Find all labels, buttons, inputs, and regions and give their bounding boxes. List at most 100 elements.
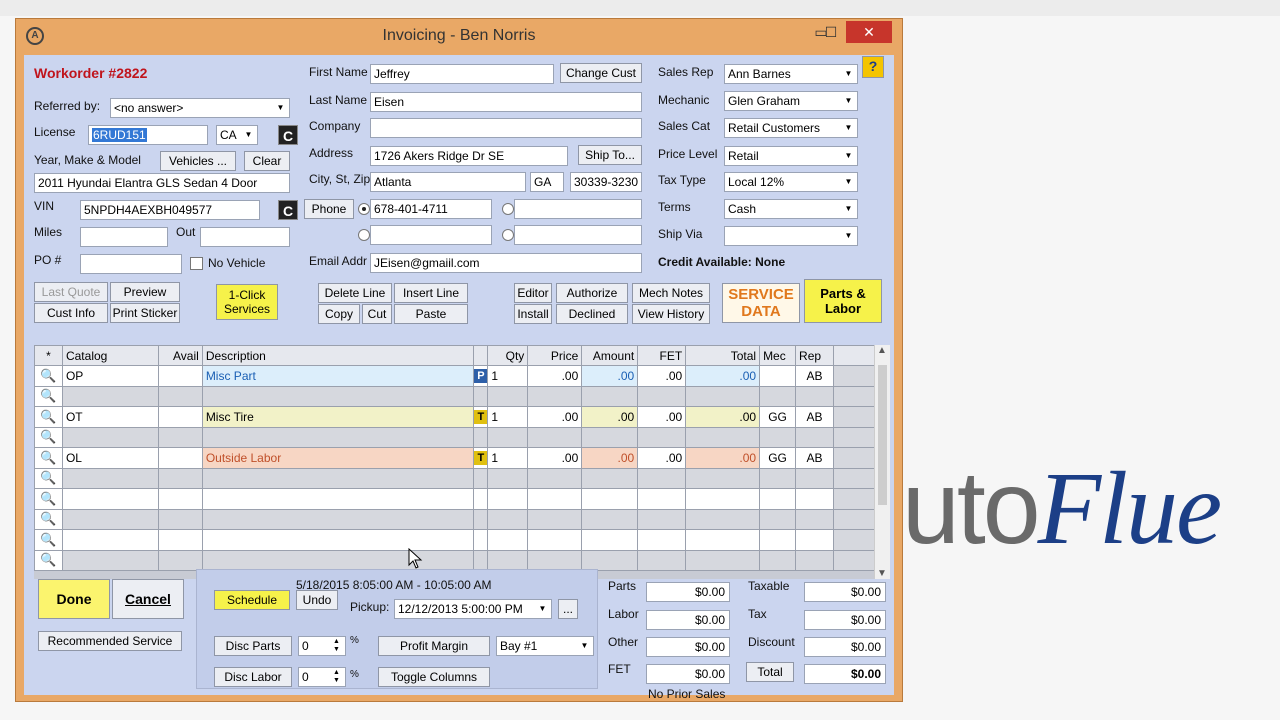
amount-cell[interactable] xyxy=(581,385,639,407)
rep-cell[interactable] xyxy=(795,549,835,571)
catalog-cell[interactable] xyxy=(61,426,159,448)
mec-cell[interactable] xyxy=(759,508,797,530)
fet-cell[interactable]: .00 xyxy=(637,406,687,428)
total-cell[interactable] xyxy=(685,467,761,489)
price-cell[interactable] xyxy=(527,426,583,448)
service-data-button[interactable]: SERVICE DATA xyxy=(722,283,800,323)
close-button[interactable]: ✕ xyxy=(846,21,892,43)
carfax-icon[interactable]: C xyxy=(278,125,298,145)
magnifier-icon[interactable]: 🔍 xyxy=(34,467,63,489)
disc-labor-button[interactable]: Disc Labor xyxy=(214,667,292,687)
amount-cell[interactable] xyxy=(581,467,639,489)
disc-parts-button[interactable]: Disc Parts xyxy=(214,636,292,656)
magnifier-icon[interactable]: 🔍 xyxy=(34,488,63,510)
qty-cell[interactable] xyxy=(487,385,529,407)
total-button[interactable]: Total xyxy=(746,662,794,682)
scroll-thumb[interactable] xyxy=(878,365,887,505)
description-cell[interactable] xyxy=(201,488,475,510)
fet-cell[interactable]: .00 xyxy=(637,365,687,387)
table-row[interactable]: 🔍 xyxy=(34,385,884,407)
amount-cell[interactable] xyxy=(581,549,639,571)
po-input[interactable] xyxy=(80,254,182,274)
table-row[interactable]: 🔍 OP Misc Part P 1 .00 .00 .00 .00 AB xyxy=(34,365,884,387)
change-cust-button[interactable]: Change Cust xyxy=(560,63,642,83)
table-row[interactable]: 🔍 xyxy=(34,426,884,448)
mec-cell[interactable] xyxy=(759,365,797,387)
phone3-input[interactable] xyxy=(370,225,492,245)
copy-button[interactable]: Copy xyxy=(318,304,360,324)
disc-parts-spinner[interactable]: 0 ▲ ▼ xyxy=(298,636,346,656)
rep-cell[interactable]: AB xyxy=(795,406,835,428)
ship-to-button[interactable]: Ship To... xyxy=(578,145,642,165)
catalog-cell[interactable]: OP xyxy=(61,365,159,387)
col-header-mec[interactable]: Mec xyxy=(759,345,797,366)
avail-cell[interactable] xyxy=(157,447,203,469)
maximize-button[interactable]: ☐ xyxy=(816,21,846,43)
avail-cell[interactable] xyxy=(157,549,203,571)
pickup-select[interactable]: 12/12/2013 5:00:00 PM ▼ xyxy=(394,599,552,619)
city-input[interactable]: Atlanta xyxy=(370,172,526,192)
scroll-down-icon[interactable]: ▼ xyxy=(877,568,887,579)
tax-type-select[interactable]: Local 12% ▼ xyxy=(724,172,858,192)
col-header-qty[interactable]: Qty xyxy=(487,345,529,366)
mec-cell[interactable] xyxy=(759,529,797,551)
total-cell[interactable] xyxy=(685,508,761,530)
terms-select[interactable]: Cash ▼ xyxy=(724,199,858,219)
qty-cell[interactable] xyxy=(487,508,529,530)
fet-cell[interactable] xyxy=(637,488,687,510)
col-header-price[interactable]: Price xyxy=(527,345,583,366)
phone4-input[interactable] xyxy=(514,225,642,245)
table-row[interactable]: 🔍 xyxy=(34,508,884,530)
avail-cell[interactable] xyxy=(157,529,203,551)
magnifier-icon[interactable]: 🔍 xyxy=(34,549,63,571)
vehicles-button[interactable]: Vehicles ... xyxy=(160,151,236,171)
cancel-button[interactable]: Cancel xyxy=(112,579,184,619)
catalog-cell[interactable]: OT xyxy=(61,406,159,428)
fet-cell[interactable] xyxy=(637,385,687,407)
avail-cell[interactable] xyxy=(157,406,203,428)
mec-cell[interactable] xyxy=(759,467,797,489)
preview-button[interactable]: Preview xyxy=(110,282,180,302)
avail-cell[interactable] xyxy=(157,426,203,448)
phone2-radio[interactable] xyxy=(502,203,514,215)
view-history-button[interactable]: View History xyxy=(632,304,710,324)
phone1-radio[interactable] xyxy=(358,203,370,215)
avail-cell[interactable] xyxy=(157,385,203,407)
rep-cell[interactable]: AB xyxy=(795,447,835,469)
print-sticker-button[interactable]: Print Sticker xyxy=(110,303,180,323)
price-cell[interactable]: .00 xyxy=(527,406,583,428)
total-cell[interactable]: .00 xyxy=(685,365,761,387)
total-cell[interactable]: .00 xyxy=(685,406,761,428)
price-cell[interactable] xyxy=(527,385,583,407)
qty-cell[interactable]: 1 xyxy=(487,406,529,428)
total-cell[interactable] xyxy=(685,385,761,407)
grid-scrollbar[interactable]: ▲ ▼ xyxy=(874,345,890,579)
avail-cell[interactable] xyxy=(157,508,203,530)
amount-cell[interactable]: .00 xyxy=(581,365,639,387)
declined-button[interactable]: Declined xyxy=(556,304,628,324)
fet-cell[interactable] xyxy=(637,529,687,551)
rep-cell[interactable] xyxy=(795,488,835,510)
mec-cell[interactable] xyxy=(759,426,797,448)
zip-input[interactable]: 30339-3230 xyxy=(570,172,642,192)
undo-button[interactable]: Undo xyxy=(296,590,338,610)
amount-cell[interactable] xyxy=(581,529,639,551)
rep-cell[interactable] xyxy=(795,508,835,530)
col-header-catalog[interactable]: Catalog xyxy=(61,345,159,366)
toggle-columns-button[interactable]: Toggle Columns xyxy=(378,667,490,687)
col-header-star[interactable]: * xyxy=(34,345,63,366)
magnifier-icon[interactable]: 🔍 xyxy=(34,385,63,407)
price-cell[interactable]: .00 xyxy=(527,365,583,387)
vehicle-field[interactable]: 2011 Hyundai Elantra GLS Sedan 4 Door xyxy=(34,173,290,193)
mec-cell[interactable]: GG xyxy=(759,406,797,428)
price-cell[interactable] xyxy=(527,529,583,551)
phone2-input[interactable] xyxy=(514,199,642,219)
catalog-cell[interactable] xyxy=(61,488,159,510)
table-row[interactable]: 🔍 xyxy=(34,529,884,551)
magnifier-icon[interactable]: 🔍 xyxy=(34,508,63,530)
magnifier-icon[interactable]: 🔍 xyxy=(34,406,63,428)
catalog-cell[interactable] xyxy=(61,467,159,489)
authorize-button[interactable]: Authorize xyxy=(556,283,628,303)
mec-cell[interactable] xyxy=(759,549,797,571)
magnifier-icon[interactable]: 🔍 xyxy=(34,426,63,448)
